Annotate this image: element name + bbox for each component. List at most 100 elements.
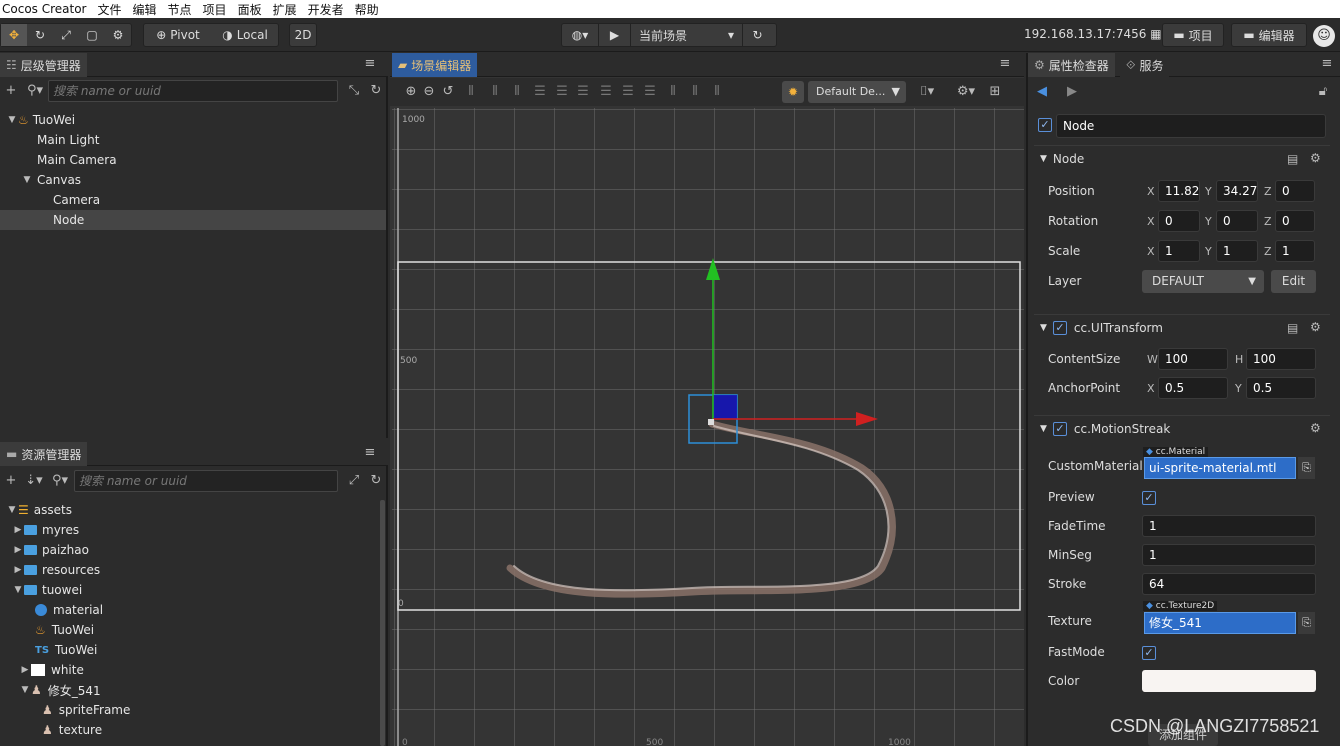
project-button[interactable]: ▬ 项目 [1162, 23, 1224, 47]
zoom-out-icon[interactable]: ⊖ [422, 84, 436, 100]
position-x-input[interactable]: 11.822 [1158, 180, 1200, 202]
book-icon[interactable]: ▤ [1287, 152, 1298, 166]
menu-node[interactable]: 节点 [168, 1, 192, 18]
tree-node-main-camera[interactable]: Main Camera [0, 150, 388, 170]
fastmode-checkbox[interactable]: ✓ [1142, 646, 1156, 660]
distribute-left-icon[interactable]: ⫴ [666, 84, 680, 100]
align-left-icon[interactable]: ⫴ [464, 84, 478, 100]
expand-arrow-icon[interactable]: ▶ [12, 545, 24, 555]
scale-x-input[interactable]: 1 [1158, 240, 1200, 262]
asset-picker-icon[interactable]: ⎘ [1298, 612, 1315, 634]
expand-arrow-icon[interactable]: ▼ [21, 175, 33, 185]
collapse-arrow-icon[interactable]: ▼ [1040, 154, 1047, 164]
tab-service[interactable]: ⟐ 服务 [1120, 53, 1170, 77]
tree-node-node-selected[interactable]: Node [0, 210, 386, 230]
layer-select[interactable]: DEFAULT ▼ [1142, 270, 1264, 293]
hierarchy-menu-icon[interactable]: ≡ [363, 57, 377, 71]
collapse-all-icon[interactable]: ⤡ [346, 83, 362, 99]
custom-material-asset-field[interactable]: ui-sprite-material.mtl [1144, 457, 1296, 479]
editor-button[interactable]: ▬ 编辑器 [1231, 23, 1307, 47]
expand-arrow-icon[interactable]: ▼ [12, 585, 24, 595]
forward-arrow-icon[interactable]: ▶ [1066, 84, 1078, 100]
content-width-input[interactable]: 100 [1158, 348, 1228, 370]
inspector-menu-icon[interactable]: ≡ [1320, 57, 1334, 71]
expand-arrow-icon[interactable]: ▶ [19, 665, 31, 675]
qrcode-icon[interactable]: ▦ [1150, 27, 1161, 41]
collapse-arrow-icon[interactable]: ▼ [1040, 323, 1047, 333]
tree-node-tuowei[interactable]: ▼ ♨ TuoWei [0, 110, 388, 130]
motionstreak-enabled-checkbox[interactable]: ✓ [1052, 421, 1067, 436]
menu-edit[interactable]: 编辑 [133, 1, 157, 18]
menu-help[interactable]: 帮助 [355, 1, 379, 18]
distribute-right-icon[interactable]: ⫴ [710, 84, 724, 100]
align-vcenter-icon[interactable]: ☰ [555, 84, 569, 100]
assets-scrollbar[interactable] [380, 500, 385, 746]
layer-edit-button[interactable]: Edit [1271, 270, 1316, 293]
expand-all-icon[interactable]: ⤢ [346, 473, 362, 489]
motionstreak-header[interactable]: ▼ ✓ cc.MotionStreak [1034, 415, 1330, 441]
tab-scene-editor[interactable]: ▰ 场景编辑器 [392, 53, 478, 77]
anchor-x-input[interactable]: 0.5 [1158, 377, 1228, 399]
minseg-input[interactable]: 1 [1142, 544, 1316, 566]
refresh-assets-icon[interactable]: ↻ [368, 473, 384, 489]
stroke-input[interactable]: 64 [1142, 573, 1316, 595]
scene-select[interactable]: 当前场景 ▾ [630, 24, 742, 46]
scale-y-input[interactable]: 1 [1216, 240, 1258, 262]
asset-material[interactable]: material [0, 600, 103, 620]
rotation-x-input[interactable]: 0 [1158, 210, 1200, 232]
asset-tuowei-scene[interactable]: ♨ TuoWei [0, 620, 94, 640]
rect-tool-icon[interactable]: ▢ [79, 24, 105, 46]
refresh-icon[interactable]: ↻ [742, 24, 772, 46]
expand-arrow-icon[interactable]: ▶ [12, 525, 24, 535]
menu-app[interactable]: Cocos Creator [2, 2, 87, 16]
search-type-icon[interactable]: ⚲▾ [26, 83, 44, 99]
expand-arrow-icon[interactable]: ▼ [6, 505, 18, 515]
lock-icon[interactable]: 🔓︎ [1316, 84, 1330, 100]
fadetime-input[interactable]: 1 [1142, 515, 1316, 537]
distribute-top-icon[interactable]: ☰ [599, 84, 613, 100]
expand-arrow-icon[interactable]: ▶ [12, 565, 24, 575]
align-top-icon[interactable]: ☰ [533, 84, 547, 100]
collapse-arrow-icon[interactable]: ▼ [1040, 424, 1047, 434]
add-node-icon[interactable]: + [4, 83, 18, 99]
texture-asset-field[interactable]: 修女_541 [1144, 612, 1296, 634]
platform-globe-icon[interactable]: ◍▾ [562, 24, 598, 46]
asset-spriteframe[interactable]: ♟ spriteFrame [0, 700, 130, 720]
position-y-input[interactable]: 34.279 [1216, 180, 1258, 202]
book-icon[interactable]: ▤ [1287, 321, 1298, 335]
distribute-bottom-icon[interactable]: ☰ [643, 84, 657, 100]
section-gear-icon[interactable]: ⚙ [1310, 421, 1321, 435]
tree-node-camera[interactable]: Camera [0, 190, 388, 210]
asset-white[interactable]: ▶ white [0, 660, 84, 680]
menu-developer[interactable]: 开发者 [308, 1, 344, 18]
menu-file[interactable]: 文件 [98, 1, 122, 18]
menu-project[interactable]: 项目 [203, 1, 227, 18]
asset-tuowei-script[interactable]: TS TuoWei [0, 640, 97, 660]
asset-resources[interactable]: ▶ resources [0, 560, 101, 580]
asset-picker-icon[interactable]: ⎘ [1298, 457, 1315, 479]
expand-arrow-icon[interactable]: ▼ [19, 685, 31, 695]
scale-tool-icon[interactable]: ⤢ [53, 24, 79, 46]
color-swatch[interactable] [1142, 670, 1316, 692]
rotation-y-input[interactable]: 0 [1216, 210, 1258, 232]
distribute-vcenter-icon[interactable]: ☰ [621, 84, 635, 100]
align-right-icon[interactable]: ⫴ [510, 84, 524, 100]
asset-texture[interactable]: ♟ texture [0, 720, 102, 740]
node-section-header[interactable]: ▼ Node [1034, 145, 1330, 171]
search-type-icon[interactable]: ⚲▾ [50, 473, 70, 489]
camera-icon[interactable]: ⌷▾ [914, 84, 940, 100]
menu-panel[interactable]: 面板 [238, 1, 262, 18]
back-arrow-icon[interactable]: ◀ [1036, 84, 1048, 100]
reset-view-icon[interactable]: ↺ [441, 84, 455, 100]
section-gear-icon[interactable]: ⚙ [1310, 320, 1321, 334]
user-avatar-icon[interactable]: ☺ [1313, 25, 1335, 47]
uitransform-enabled-checkbox[interactable]: ✓ [1052, 320, 1067, 335]
refresh-hierarchy-icon[interactable]: ↻ [368, 83, 384, 99]
move-tool-icon[interactable]: ✥ [1, 24, 27, 46]
rotate-tool-icon[interactable]: ↻ [27, 24, 53, 46]
align-hcenter-icon[interactable]: ⫴ [488, 84, 502, 100]
camera-preset-dropdown[interactable]: Default De... ▼ [808, 81, 906, 103]
gizmo-plane-handle[interactable] [713, 395, 737, 419]
content-height-input[interactable]: 100 [1246, 348, 1316, 370]
mode-2d-button[interactable]: 2D [290, 24, 316, 46]
